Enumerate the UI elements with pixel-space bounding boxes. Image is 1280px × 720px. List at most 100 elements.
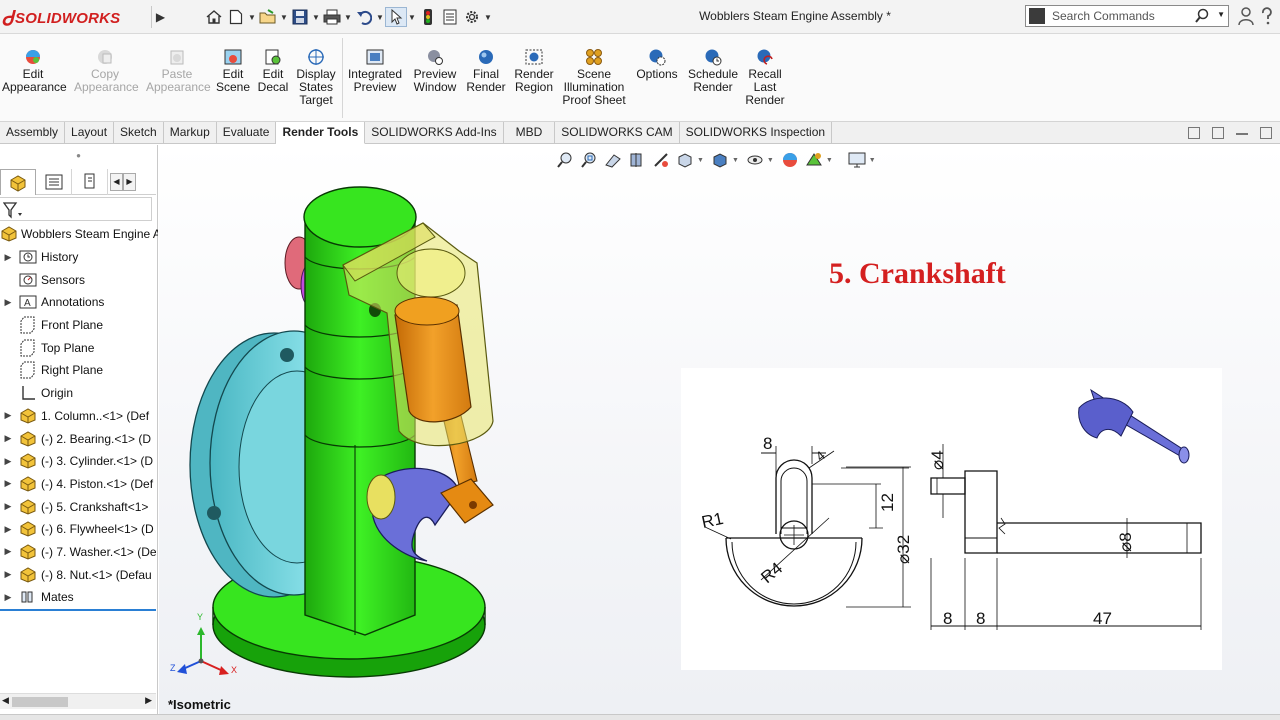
expand-arrow-icon[interactable]: ▶ <box>2 478 14 489</box>
edit-decal-button[interactable]: Edit Decal <box>256 48 290 94</box>
integrated-preview-button[interactable]: Integrated Preview <box>346 48 404 94</box>
tree-item-right-plane[interactable]: Right Plane <box>0 359 158 382</box>
scroll-right-icon[interactable]: ▶ <box>145 695 152 706</box>
final-render-button[interactable]: Final Render <box>466 48 506 94</box>
tree-item-8-nut-1-defau[interactable]: ▶ (-) 8. Nut.<1> (Defau <box>0 563 158 586</box>
expand-arrow-icon[interactable]: ▶ <box>2 501 14 512</box>
tab-solidworks-cam[interactable]: SOLIDWORKS CAM <box>555 122 680 144</box>
tab-mbd[interactable]: MBD <box>504 122 556 144</box>
tree-item-6-flywheel-1-d[interactable]: ▶ (-) 6. Flywheel<1> (D <box>0 518 158 541</box>
tab-assembly[interactable]: Assembly <box>0 122 66 144</box>
solidworks-logo[interactable]: Ꮷ SOLIDWORKS <box>2 4 150 32</box>
help-icon[interactable] <box>1260 6 1274 29</box>
tab-evaluate[interactable]: Evaluate <box>217 122 277 144</box>
display-states-target-button[interactable]: Display States Target <box>294 48 338 107</box>
restore-doc-icon[interactable] <box>1260 127 1272 139</box>
apply-scene-icon[interactable] <box>802 150 826 170</box>
expand-arrow-icon[interactable]: ▶ <box>2 433 14 444</box>
edit-scene-button[interactable]: Edit Scene <box>214 48 252 94</box>
search-dropdown-icon[interactable]: ▼ <box>1217 10 1225 19</box>
home-icon[interactable] <box>203 7 225 27</box>
tile-left-icon[interactable] <box>1188 127 1200 139</box>
tile-right-icon[interactable] <box>1212 127 1224 139</box>
tab-render-tools[interactable]: Render Tools <box>276 122 366 144</box>
tree-item-history[interactable]: ▶ History <box>0 246 158 269</box>
rebuild-traffic-light-icon[interactable] <box>417 7 439 27</box>
tab-markup[interactable]: Markup <box>164 122 217 144</box>
user-icon[interactable] <box>1238 6 1254 29</box>
scroll-thumb[interactable] <box>12 697 68 707</box>
open-folder-icon[interactable] <box>257 7 279 27</box>
select-dropdown-icon[interactable]: ▼ <box>407 13 417 22</box>
tree-item-5-crankshaft-1[interactable]: ▶ (-) 5. Crankshaft<1> <box>0 495 158 518</box>
options-gear-icon[interactable] <box>461 7 483 27</box>
options-dropdown-icon[interactable]: ▼ <box>483 13 493 22</box>
tree-item-annotations[interactable]: ▶ A Annotations <box>0 291 158 314</box>
print-icon[interactable] <box>321 7 343 27</box>
tree-item-top-plane[interactable]: Top Plane <box>0 336 158 359</box>
hide-show-items-icon[interactable] <box>743 150 767 170</box>
minimize-doc-icon[interactable] <box>1236 127 1248 135</box>
scroll-left-icon[interactable]: ◀ <box>2 695 9 706</box>
scene-illumination-proof-sheet-button[interactable]: Scene Illumination Proof Sheet <box>560 48 628 107</box>
expand-arrow-icon[interactable]: ▶ <box>2 297 14 308</box>
expand-arrow-icon[interactable]: ▶ <box>2 546 14 557</box>
tree-item-3-cylinder-1-d[interactable]: ▶ (-) 3. Cylinder.<1> (D <box>0 450 158 473</box>
display-style-dropdown-icon[interactable]: ▼ <box>732 157 739 164</box>
tree-horizontal-scrollbar[interactable]: ◀ ▶ <box>0 693 156 709</box>
tree-item-1-column-1-def[interactable]: ▶ 1. Column..<1> (Def <box>0 405 158 428</box>
property-manager-tab-icon[interactable] <box>36 169 72 195</box>
save-dropdown-icon[interactable]: ▼ <box>311 13 321 22</box>
expand-arrow-icon[interactable]: ▶ <box>2 569 14 580</box>
search-icon[interactable] <box>1194 8 1210 27</box>
expand-arrow-icon[interactable]: ▶ <box>2 456 14 467</box>
edit-appearance-button[interactable]: Edit Appearance <box>2 48 67 94</box>
options-button[interactable]: Options <box>634 48 680 81</box>
configuration-manager-tab-icon[interactable] <box>72 169 108 195</box>
tree-item-4-piston-1-def[interactable]: ▶ (-) 4. Piston.<1> (Def <box>0 473 158 496</box>
view-settings-dropdown-icon[interactable]: ▼ <box>869 157 876 164</box>
tree-filter-box[interactable] <box>0 197 152 221</box>
undo-icon[interactable] <box>353 7 375 27</box>
tree-item-mates[interactable]: ▶ Mates <box>0 586 158 609</box>
preview-window-button[interactable]: Preview Window <box>410 48 460 94</box>
save-icon[interactable] <box>289 7 311 27</box>
open-dropdown-icon[interactable]: ▼ <box>279 13 289 22</box>
tree-item-sensors[interactable]: Sensors <box>0 268 158 291</box>
expand-arrow-icon[interactable]: ▶ <box>2 410 14 421</box>
feature-manager-tab-icon[interactable] <box>0 169 36 195</box>
tree-item-7-washer-1-de[interactable]: ▶ (-) 7. Washer.<1> (De <box>0 541 158 564</box>
panel-grip[interactable]: ● <box>0 145 157 165</box>
print-dropdown-icon[interactable]: ▼ <box>343 13 353 22</box>
view-settings-icon[interactable] <box>845 150 869 170</box>
recall-last-render-button[interactable]: Recall Last Render <box>744 48 786 107</box>
schedule-render-button[interactable]: Schedule Render <box>686 48 740 94</box>
tab-solidworks-add-ins[interactable]: SOLIDWORKS Add-Ins <box>365 122 504 144</box>
hide-show-dropdown-icon[interactable]: ▼ <box>767 157 774 164</box>
new-dropdown-icon[interactable]: ▼ <box>247 13 257 22</box>
search-commands-box[interactable]: Search Commands ▼ <box>1025 5 1229 27</box>
paste-appearance-button[interactable]: Paste Appearance <box>146 48 211 94</box>
tree-item-front-plane[interactable]: Front Plane <box>0 314 158 337</box>
select-arrow-icon[interactable] <box>385 7 407 27</box>
steam-engine-model[interactable] <box>159 145 719 715</box>
manager-tabs-prev-icon[interactable]: ◀ <box>110 173 123 191</box>
tab-sketch[interactable]: Sketch <box>114 122 164 144</box>
tab-solidworks-inspection[interactable]: SOLIDWORKS Inspection <box>680 122 833 144</box>
tree-root-assembly[interactable]: Wobblers Steam Engine A <box>0 223 158 246</box>
apply-scene-dropdown-icon[interactable]: ▼ <box>826 157 833 164</box>
expand-arrow-icon[interactable]: ▶ <box>2 252 14 263</box>
tab-layout[interactable]: Layout <box>65 122 115 144</box>
expand-arrow-icon[interactable]: ▶ <box>2 524 14 535</box>
menu-expand-arrow[interactable]: ▶ <box>151 6 169 28</box>
graphics-area[interactable]: ▼ ▼ ▼ ▼ ▼ Y X Z 5. Crankshaft 8 4 12 ⌀32… <box>159 145 1280 715</box>
expand-arrow-icon[interactable]: ▶ <box>2 592 14 603</box>
undo-dropdown-icon[interactable]: ▼ <box>375 13 385 22</box>
tree-item-2-bearing-1-d[interactable]: ▶ (-) 2. Bearing.<1> (D <box>0 427 158 450</box>
copy-appearance-button[interactable]: Copy Appearance <box>74 48 139 94</box>
file-properties-icon[interactable] <box>439 7 461 27</box>
new-document-icon[interactable] <box>225 7 247 27</box>
edit-appearance-viewport-icon[interactable] <box>778 150 802 170</box>
tree-item-origin[interactable]: Origin <box>0 382 158 405</box>
manager-tabs-next-icon[interactable]: ▶ <box>123 173 136 191</box>
